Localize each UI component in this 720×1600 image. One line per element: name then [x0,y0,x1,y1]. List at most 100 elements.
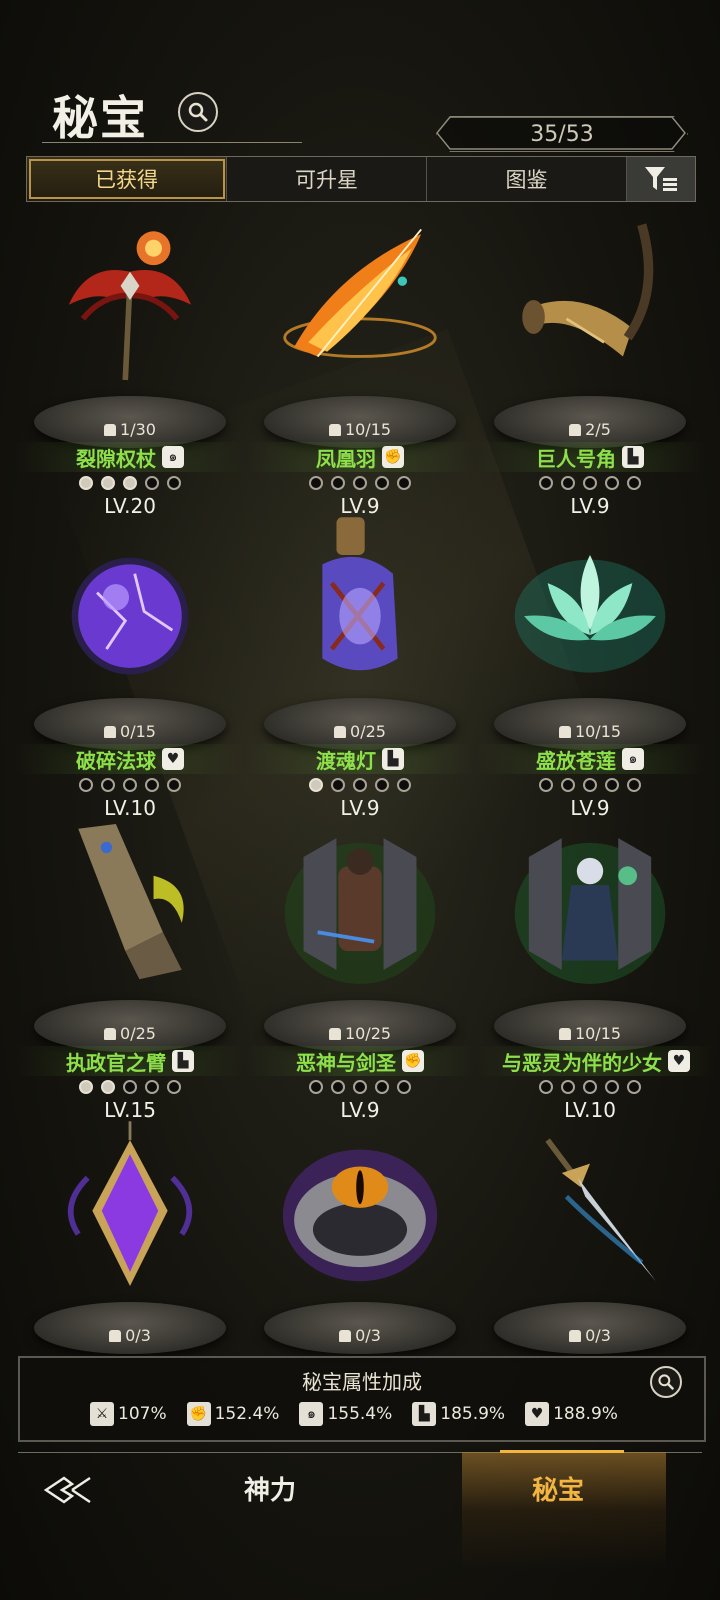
treasure-card[interactable]: 10/15 凤凰羽 ✊ LV.9 [246,210,474,518]
fragment-icon [569,1330,582,1342]
treasure-name: 凤凰羽 [316,446,376,471]
star-dot [397,778,411,792]
treasure-card[interactable]: 1/30 裂隙权杖 ๑ LV.20 [16,210,244,518]
treasure-card[interactable]: 0/25 渡魂灯 ▙ LV.9 [246,512,474,820]
fragment-icon [109,1330,122,1342]
stat-value: 185.9% [440,1404,506,1424]
fragment-text: 10/15 [574,1024,622,1043]
stat-value: 107% [118,1404,167,1424]
nav-tab-treasure[interactable]: 秘宝 [532,1470,584,1507]
star-dot [605,1080,619,1094]
star-dot [561,1080,575,1094]
star-dot [331,778,345,792]
back-button[interactable] [40,1468,96,1512]
star-dots [476,476,704,490]
giant-horn-image [510,210,670,390]
star-dot [375,778,389,792]
star-dots [246,476,474,490]
star-dot [123,778,137,792]
fragment-text: 0/25 [120,1024,156,1043]
fragment-text: 0/3 [125,1326,151,1345]
treasure-card[interactable]: 2/5 巨人号角 ▙ LV.9 [476,210,704,518]
rift-scepter-image [50,210,210,390]
star-dot [583,476,597,490]
tab-upgradable[interactable]: 可升星 [227,157,427,201]
attribute-bonus-panel: 秘宝属性加成 ⚔ 107% ✊ 152.4% ๑ 155.4% ▙ 185.9% ♥ 18… [18,1356,706,1442]
star-dot [561,476,575,490]
star-dot [375,1080,389,1094]
filter-icon [645,167,677,191]
filter-button[interactable] [627,157,695,201]
stat-value: 155.4% [327,1404,393,1424]
treasure-name: 巨人号角 [536,446,616,471]
fragment-text: 0/3 [355,1326,381,1345]
name-row: 巨人号角 ▙ [476,442,704,472]
stat-spiral: ๑ 155.4% [299,1402,392,1426]
name-row: 与恶灵为伴的少女 ♥ [476,1046,716,1076]
star-dot [627,476,641,490]
page-title: 秘宝 [52,91,148,145]
nav-tab-active-indicator [500,1450,624,1453]
fragment-count: 10/15 [476,1024,704,1043]
treasure-name: 恶神与剑圣 [296,1050,396,1075]
name-row: 执政官之臂 ▙ [16,1046,244,1076]
fragment-count: 1/30 [16,420,244,439]
star-dots [246,1080,474,1094]
star-dot [353,778,367,792]
star-dot [79,476,93,490]
star-dot [309,778,323,792]
star-dot [397,1080,411,1094]
star-dot [309,476,323,490]
search-button[interactable] [178,92,218,132]
star-dot [331,1080,345,1094]
soul-lantern-image [280,512,440,692]
treasure-name: 盛放苍莲 [536,748,616,773]
search-icon [188,102,208,122]
treasure-card[interactable]: 10/25 恶神与剑圣 ✊ LV.9 [246,814,474,1122]
star-dot [79,1080,93,1094]
fist-icon: ✊ [382,446,404,468]
star-dot [79,778,93,792]
tab-codex[interactable]: 图鉴 [427,157,627,201]
tab-obtained[interactable]: 已获得 [27,157,227,201]
star-dot [605,476,619,490]
heart-icon: ♥ [525,1402,550,1426]
fragment-icon [328,1028,341,1040]
search-icon [658,1374,674,1390]
star-dot [375,476,389,490]
treasure-card[interactable]: 10/15 盛放苍莲 ๑ LV.9 [476,512,704,820]
treasure-card[interactable]: 0/25 执政官之臂 ▙ LV.15 [16,814,244,1122]
fragment-text: 0/25 [350,722,386,741]
archon-arm-image [50,814,210,994]
boot-icon: ▙ [172,1050,194,1072]
fragment-icon [104,1028,117,1040]
fragment-count: 10/15 [476,722,704,741]
back-arrow-icon [43,1476,91,1504]
star-dot [539,1080,553,1094]
heart-icon: ♥ [668,1050,690,1072]
fragment-icon [558,726,571,738]
star-dot [539,778,553,792]
amethyst-amulet-image [50,1116,210,1296]
title-divider [42,142,302,143]
star-dot [101,476,115,490]
star-dot [145,778,159,792]
treasure-card[interactable]: 0/15 破碎法球 ♥ LV.10 [16,512,244,820]
fragment-count: 0/3 [16,1326,244,1345]
tab-bar: 已获得 可升星 图鉴 [26,156,696,202]
attribute-detail-button[interactable] [650,1366,682,1398]
treasure-card[interactable]: 10/15 与恶灵为伴的少女 ♥ LV.10 [476,814,716,1122]
star-dot [353,1080,367,1094]
star-dot [583,778,597,792]
nav-tab-divine-power[interactable]: 神力 [244,1470,296,1507]
fragment-icon [339,1330,352,1342]
ghost-maiden-image [510,814,670,994]
star-dot [605,778,619,792]
star-dot [145,476,159,490]
fragment-count: 0/3 [246,1326,474,1345]
fragment-text: 10/15 [344,420,392,439]
fragment-count: 0/25 [16,1024,244,1043]
star-dot [145,1080,159,1094]
stat-fist: ✊ 152.4% [186,1402,279,1426]
spiral-icon: ๑ [162,446,184,468]
